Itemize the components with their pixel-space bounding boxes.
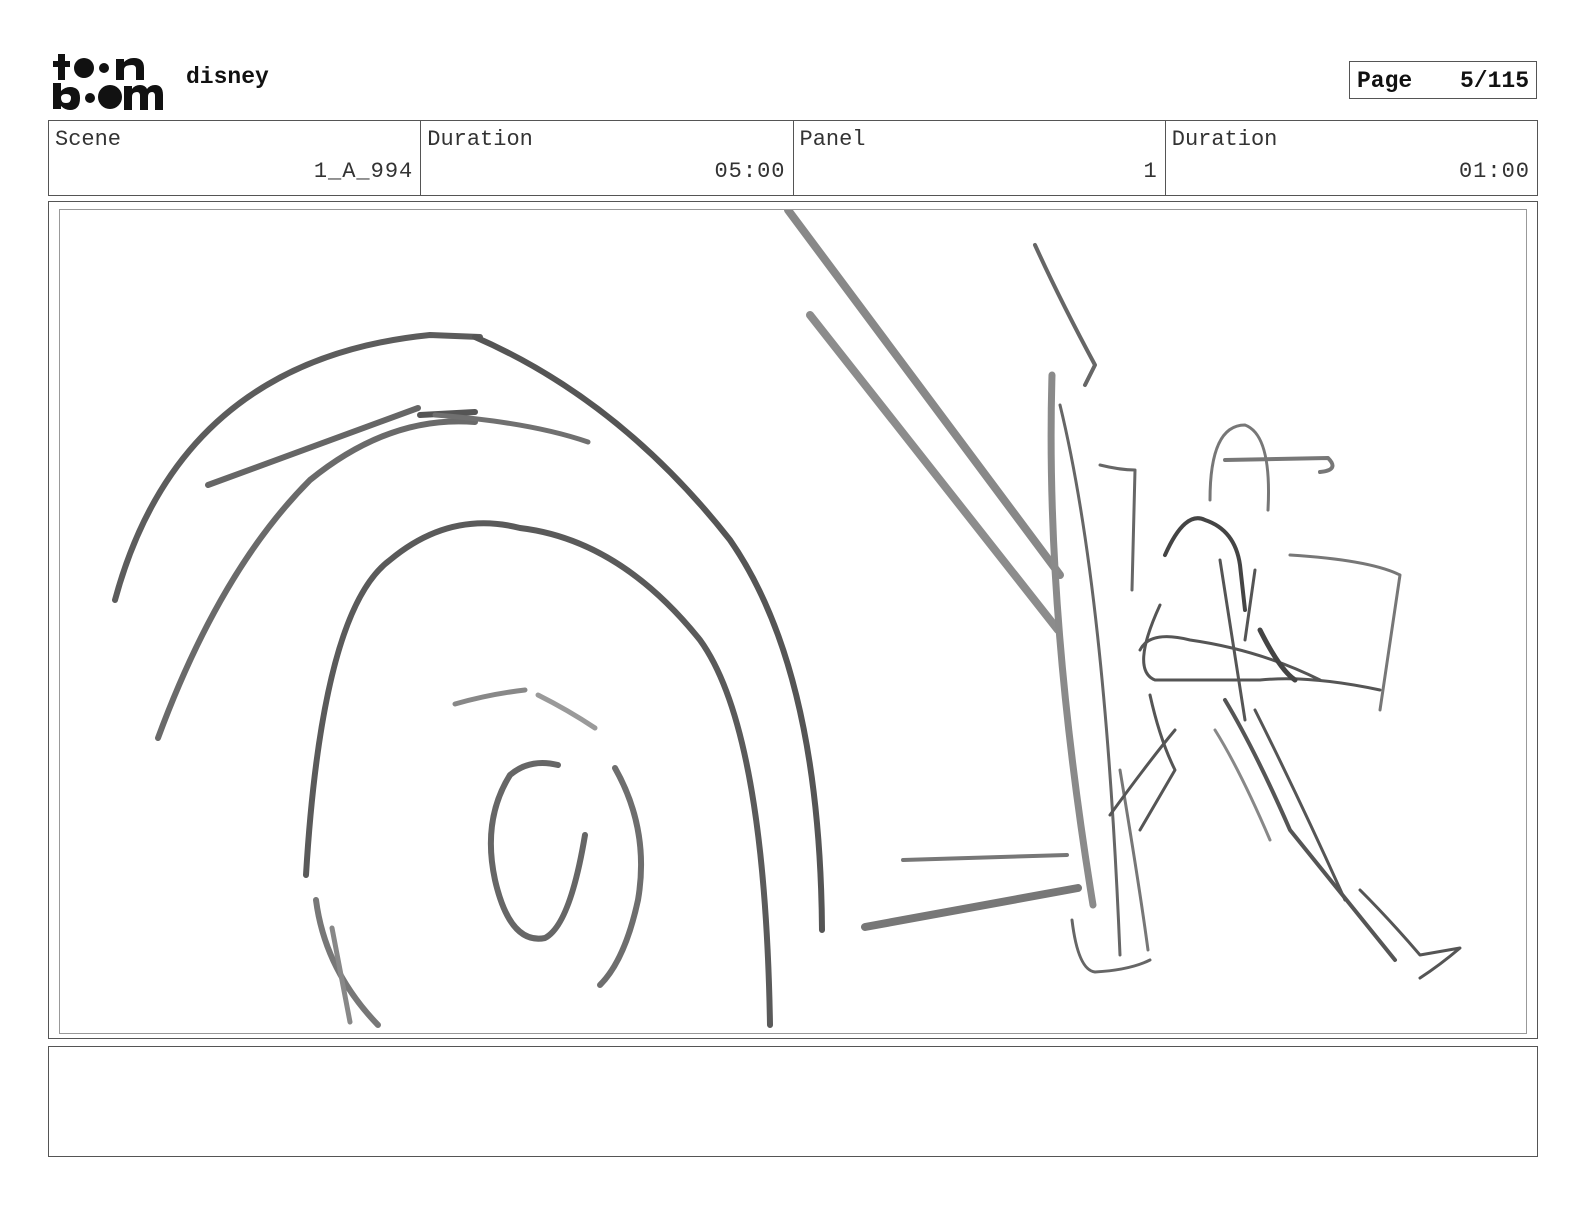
- wheel-arch-mid: [155, 418, 478, 741]
- panel-info-bar: Scene 1_A_994 Duration 05:00 Panel 1 Dur…: [48, 120, 1538, 196]
- toon-boom-logo: [52, 50, 164, 112]
- project-name: disney: [186, 64, 269, 90]
- door-bottom: [1070, 918, 1152, 974]
- hub-right: [597, 765, 645, 988]
- figure-hand: [1257, 627, 1298, 683]
- figure-leg-2: [1213, 728, 1272, 842]
- hub-top-strokes2: [535, 692, 598, 731]
- figure-torso-lines: [1218, 558, 1257, 722]
- figure-body: [1163, 516, 1247, 612]
- figure-leg-3: [1253, 708, 1347, 902]
- wheel-arch-mid-right: [432, 412, 591, 445]
- panel-duration-label: Duration: [1171, 127, 1278, 152]
- body-diagonal-1: [784, 210, 1064, 579]
- hub-inner: [487, 760, 588, 942]
- panel-label: Panel: [799, 127, 866, 152]
- ground-line: [901, 853, 1069, 862]
- scene-value: 1_A_994: [313, 159, 414, 184]
- panel-cell: Panel 1: [794, 121, 1166, 195]
- scene-duration-value: 05:00: [714, 159, 786, 184]
- scene-label: Scene: [55, 127, 122, 152]
- scene-duration-label: Duration: [427, 127, 533, 152]
- figure-box: [1288, 553, 1402, 712]
- scene-duration-cell: Duration 05:00: [421, 121, 794, 195]
- figure-hat: [1223, 456, 1335, 474]
- panel-duration-value: 01:00: [1458, 159, 1530, 184]
- figure-back: [1098, 463, 1137, 592]
- scene-cell: Scene 1_A_994: [49, 121, 422, 195]
- running-board: [861, 884, 1082, 931]
- figure-leg-4: [1138, 693, 1177, 832]
- panel-value: 1: [1143, 159, 1158, 184]
- wheel-arch-mid-hi: [205, 405, 421, 488]
- wheel-arch-outer: [112, 332, 483, 603]
- door-top: [1033, 243, 1097, 387]
- panel-duration-cell: Duration 01:00: [1166, 121, 1537, 195]
- figure-leg-1: [1223, 698, 1397, 962]
- page-label: Page: [1357, 68, 1413, 94]
- panel-notes: [48, 1046, 1538, 1157]
- body-diagonal-2: [806, 311, 1062, 634]
- page-indicator: Page 5/115: [1349, 61, 1537, 99]
- storyboard-panel-drawing: [59, 209, 1527, 1034]
- sketch-drawing: [112, 210, 1462, 1028]
- page-number: 5/115: [1459, 68, 1529, 94]
- figure-arm-2: [1138, 635, 1322, 682]
- figure-arm: [1142, 603, 1382, 692]
- figure-head: [1208, 423, 1270, 512]
- tire-outline: [303, 520, 773, 1028]
- hub-top-strokes: [452, 687, 528, 707]
- tire-bottom-left2: [329, 925, 353, 1025]
